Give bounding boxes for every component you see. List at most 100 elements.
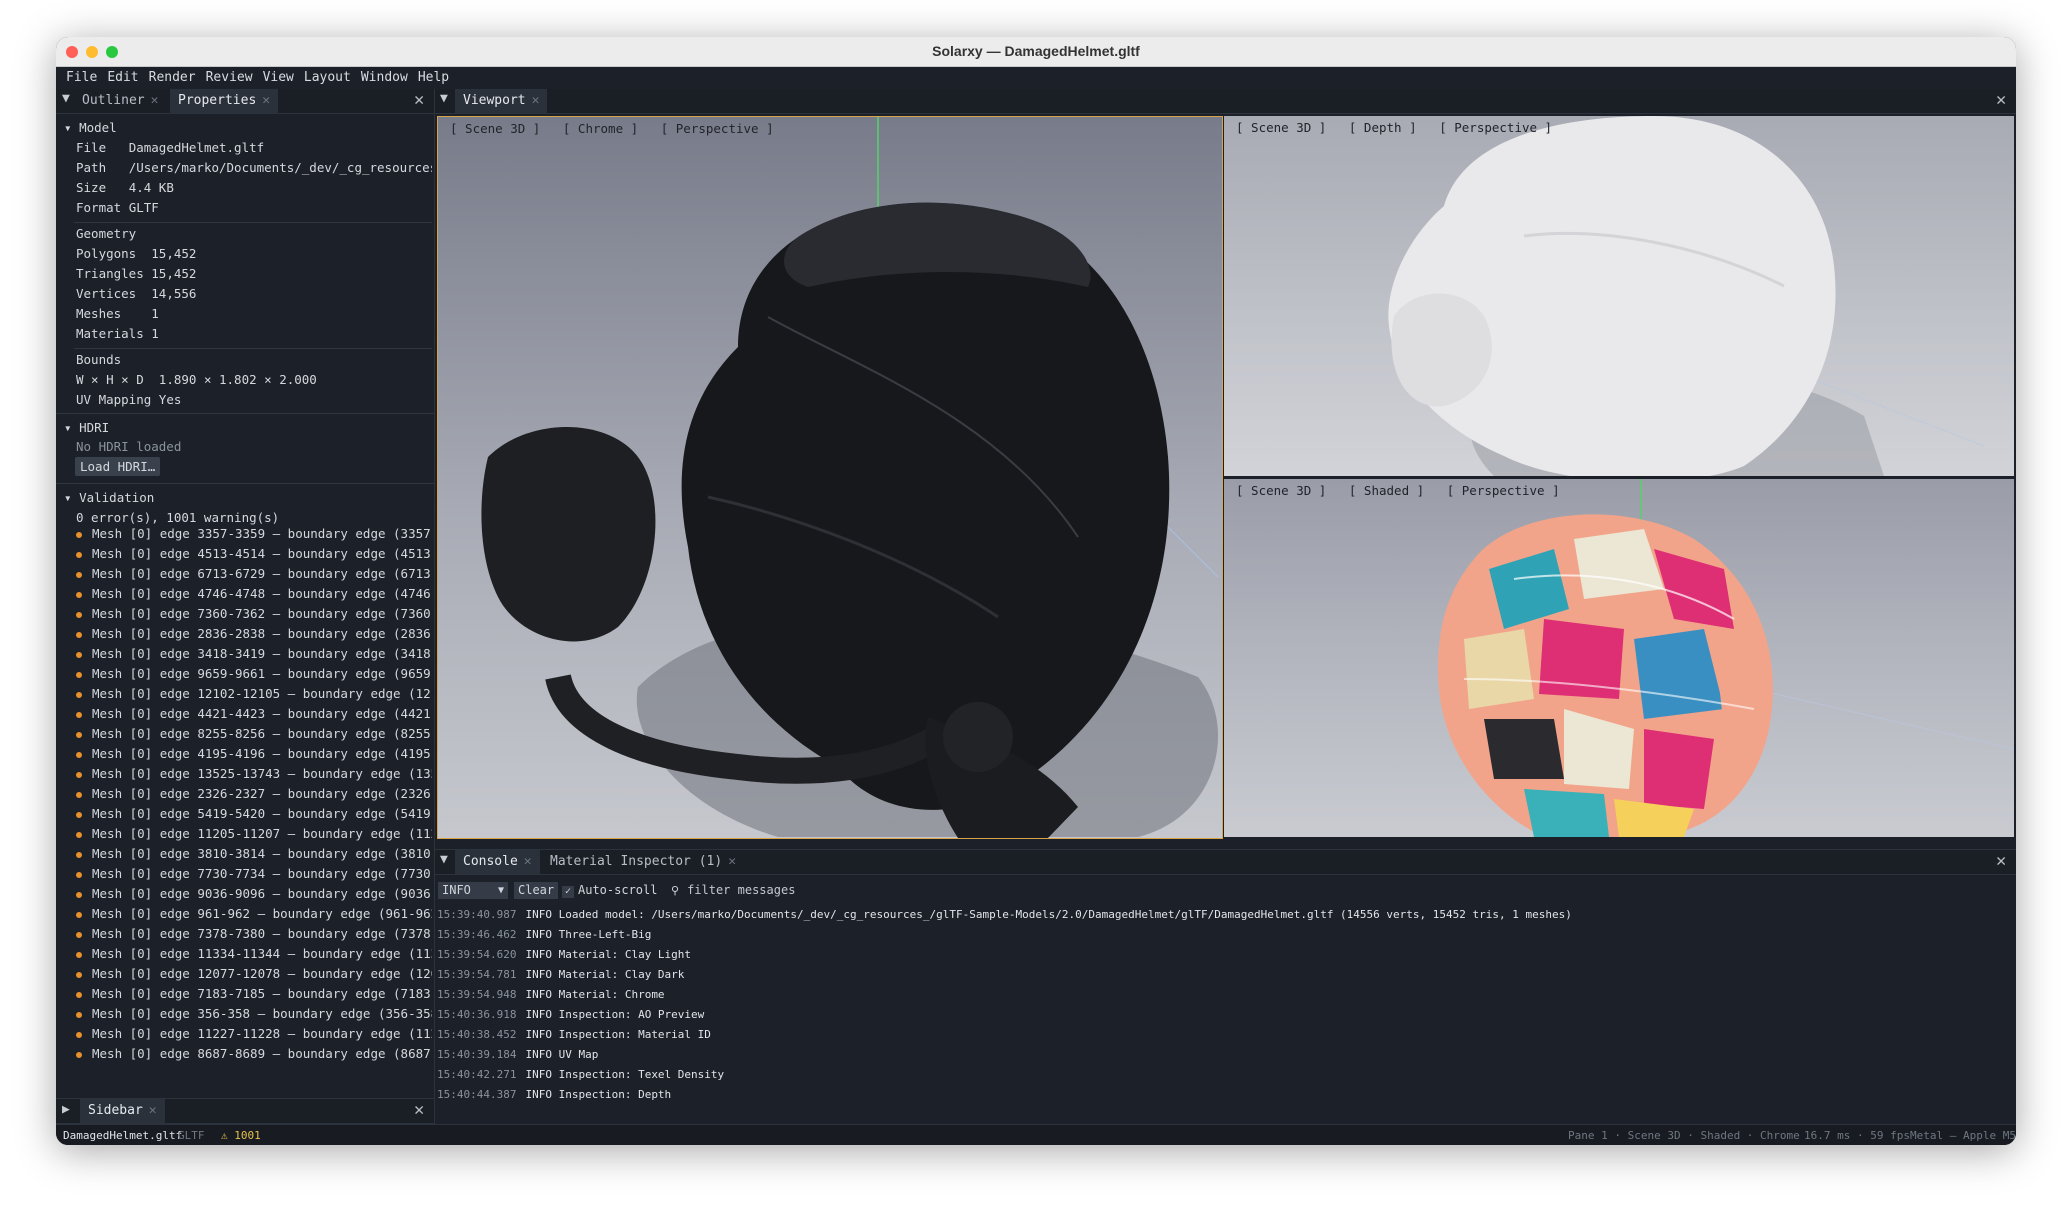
- warning-row[interactable]: Mesh [0] edge 11227-11228 — boundary edg…: [76, 1026, 432, 1041]
- log-timestamp: 15:39:54.620: [437, 948, 517, 961]
- warning-row[interactable]: Mesh [0] edge 2836-2838 — boundary edge …: [76, 626, 432, 641]
- close-panel-icon[interactable]: ✕: [1996, 90, 2006, 110]
- tab-viewport[interactable]: Viewport ✕: [455, 89, 548, 113]
- warning-row[interactable]: Mesh [0] edge 6713-6729 — boundary edge …: [76, 566, 432, 581]
- geometry-header: Geometry: [76, 226, 137, 241]
- menu-layout[interactable]: Layout: [304, 70, 351, 85]
- polygons-label: Polygons: [76, 246, 137, 261]
- vertices-label: Vertices: [76, 286, 137, 301]
- materials-value: 1: [151, 326, 159, 341]
- close-tab-icon[interactable]: ✕: [524, 854, 532, 869]
- warning-row[interactable]: Mesh [0] edge 3357-3359 — boundary edge …: [76, 526, 432, 541]
- expand-triangle-icon[interactable]: ▶: [62, 1102, 70, 1117]
- close-tab-icon[interactable]: ✕: [728, 854, 736, 869]
- log-row: 15:40:44.387 INFO Inspection: Depth: [437, 1088, 671, 1101]
- collapse-triangle-icon[interactable]: ▼: [62, 91, 70, 106]
- warning-dot-icon: [76, 751, 82, 758]
- warning-dot-icon: [76, 791, 82, 798]
- tab-sidebar-label: Sidebar: [88, 1103, 143, 1118]
- search-icon: ⚲: [671, 884, 680, 897]
- warning-row[interactable]: Mesh [0] edge 7730-7734 — boundary edge …: [76, 866, 432, 881]
- hdri-status: No HDRI loaded: [76, 439, 182, 454]
- hdri-section-header[interactable]: ▾ HDRI: [64, 420, 109, 435]
- pane-2-labels[interactable]: [ Scene 3D ] [ Depth ] [ Perspective ]: [1236, 120, 1552, 135]
- menu-render[interactable]: Render: [149, 70, 196, 85]
- warning-row[interactable]: Mesh [0] edge 8687-8689 — boundary edge …: [76, 1046, 432, 1061]
- warning-row[interactable]: Mesh [0] edge 5419-5420 — boundary edge …: [76, 806, 432, 821]
- warning-row[interactable]: Mesh [0] edge 4746-4748 — boundary edge …: [76, 586, 432, 601]
- warning-row[interactable]: Mesh [0] edge 2326-2327 — boundary edge …: [76, 786, 432, 801]
- menu-file[interactable]: File: [66, 70, 97, 85]
- warning-row[interactable]: Mesh [0] edge 8255-8256 — boundary edge …: [76, 726, 432, 741]
- warning-row[interactable]: Mesh [0] edge 11334-11344 — boundary edg…: [76, 946, 432, 961]
- warning-row[interactable]: Mesh [0] edge 3810-3814 — boundary edge …: [76, 846, 432, 861]
- pane-1-labels[interactable]: [ Scene 3D ] [ Chrome ] [ Perspective ]: [450, 121, 774, 136]
- log-row: 15:40:36.918 INFO Inspection: AO Preview: [437, 1008, 704, 1021]
- viewport-pane-chrome[interactable]: [ Scene 3D ] [ Chrome ] [ Perspective ]: [437, 116, 1223, 839]
- model-format-row: Format GLTF: [76, 200, 159, 215]
- meshes-row: Meshes 1: [76, 306, 159, 321]
- tab-properties[interactable]: Properties ✕: [170, 89, 279, 113]
- close-tab-icon[interactable]: ✕: [151, 93, 159, 108]
- warning-row[interactable]: Mesh [0] edge 7378-7380 — boundary edge …: [76, 926, 432, 941]
- close-tab-icon[interactable]: ✕: [149, 1103, 157, 1118]
- close-panel-icon[interactable]: ✕: [414, 1100, 424, 1120]
- warning-text: Mesh [0] edge 8255-8256 — boundary edge …: [92, 726, 432, 741]
- warning-text: Mesh [0] edge 12102-12105 — boundary edg…: [92, 686, 432, 701]
- checkbox-checked-icon[interactable]: ✓: [562, 886, 574, 898]
- collapse-triangle-icon[interactable]: ▼: [440, 91, 448, 106]
- model-section-header[interactable]: ▾ Model: [64, 120, 117, 135]
- menu-window[interactable]: Window: [361, 70, 408, 85]
- log-row: 15:39:54.620 INFO Material: Clay Light: [437, 948, 691, 961]
- warning-row[interactable]: Mesh [0] edge 13525-13743 — boundary edg…: [76, 766, 432, 781]
- warning-text: Mesh [0] edge 4195-4196 — boundary edge …: [92, 746, 432, 761]
- warning-row[interactable]: Mesh [0] edge 12102-12105 — boundary edg…: [76, 686, 432, 701]
- warning-row[interactable]: Mesh [0] edge 9036-9096 — boundary edge …: [76, 886, 432, 901]
- close-tab-icon[interactable]: ✕: [532, 93, 540, 108]
- warning-row[interactable]: Mesh [0] edge 4513-4514 — boundary edge …: [76, 546, 432, 561]
- tab-sidebar[interactable]: Sidebar ✕: [80, 1099, 165, 1123]
- warning-row[interactable]: Mesh [0] edge 356-358 — boundary edge (3…: [76, 1006, 432, 1021]
- warning-row[interactable]: Mesh [0] edge 7183-7185 — boundary edge …: [76, 986, 432, 1001]
- warning-dot-icon: [76, 831, 82, 838]
- tab-console[interactable]: Console ✕: [455, 850, 540, 874]
- left-tab-bar: ▼ Outliner ✕ Properties ✕ ✕: [56, 89, 434, 114]
- warning-row[interactable]: Mesh [0] edge 4421-4423 — boundary edge …: [76, 706, 432, 721]
- filter-search[interactable]: ⚲ filter messages: [671, 882, 1071, 899]
- status-warnings[interactable]: ⚠ 1001: [221, 1129, 261, 1142]
- menu-review[interactable]: Review: [206, 70, 253, 85]
- menu-edit[interactable]: Edit: [107, 70, 138, 85]
- warning-row[interactable]: Mesh [0] edge 9659-9661 — boundary edge …: [76, 666, 432, 681]
- load-hdri-button[interactable]: Load HDRI…: [75, 457, 161, 476]
- warning-row[interactable]: Mesh [0] edge 961-962 — boundary edge (9…: [76, 906, 432, 921]
- menu-help[interactable]: Help: [418, 70, 449, 85]
- viewport-pane-depth[interactable]: [ Scene 3D ] [ Depth ] [ Perspective ]: [1224, 116, 2014, 476]
- tab-outliner[interactable]: Outliner ✕: [74, 89, 166, 113]
- tab-outliner-label: Outliner: [82, 93, 145, 108]
- autoscroll-checkbox[interactable]: ✓ Auto-scroll: [562, 882, 657, 899]
- filter-input[interactable]: filter messages: [687, 883, 795, 897]
- log-level-select[interactable]: INFO ▼: [438, 882, 508, 899]
- validation-section-header[interactable]: ▾ Validation: [64, 490, 154, 505]
- warning-row[interactable]: Mesh [0] edge 4195-4196 — boundary edge …: [76, 746, 432, 761]
- warning-row[interactable]: Mesh [0] edge 11205-11207 — boundary edg…: [76, 826, 432, 841]
- close-panel-icon[interactable]: ✕: [414, 90, 424, 110]
- close-tab-icon[interactable]: ✕: [262, 93, 270, 108]
- warning-text: Mesh [0] edge 7183-7185 — boundary edge …: [92, 986, 432, 1001]
- menu-view[interactable]: View: [263, 70, 294, 85]
- warning-row[interactable]: Mesh [0] edge 12077-12078 — boundary edg…: [76, 966, 432, 981]
- clear-button[interactable]: Clear: [514, 882, 559, 899]
- log-level-value: INFO: [442, 883, 471, 897]
- warning-text: Mesh [0] edge 7378-7380 — boundary edge …: [92, 926, 432, 941]
- pane-3-labels[interactable]: [ Scene 3D ] [ Shaded ] [ Perspective ]: [1236, 483, 1560, 498]
- warning-row[interactable]: Mesh [0] edge 7360-7362 — boundary edge …: [76, 606, 432, 621]
- viewport-pane-shaded[interactable]: [ Scene 3D ] [ Shaded ] [ Perspective ]: [1224, 479, 2014, 837]
- collapse-triangle-icon[interactable]: ▼: [440, 852, 448, 867]
- log-timestamp: 15:39:54.948: [437, 988, 517, 1001]
- bounds-header: Bounds: [76, 352, 122, 367]
- status-file: DamagedHelmet.gltf: [63, 1129, 183, 1142]
- log-row: 15:40:39.184 INFO UV Map: [437, 1048, 598, 1061]
- warning-row[interactable]: Mesh [0] edge 3418-3419 — boundary edge …: [76, 646, 432, 661]
- tab-material-inspector[interactable]: Material Inspector (1) ✕: [542, 850, 744, 874]
- close-panel-icon[interactable]: ✕: [1996, 851, 2006, 871]
